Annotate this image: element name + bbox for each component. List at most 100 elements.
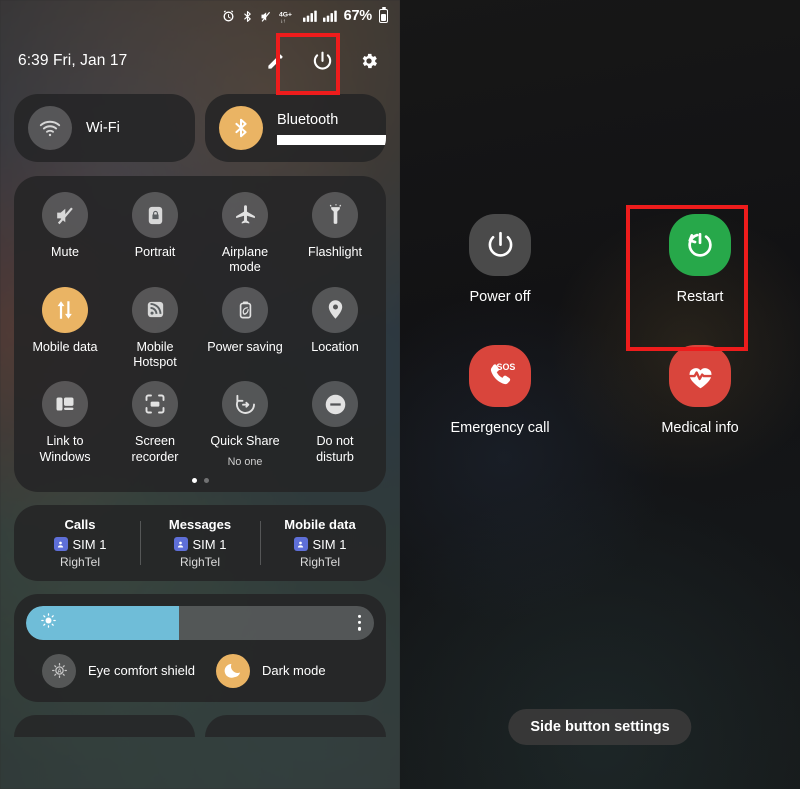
top-tiles-row: Wi-Fi Bluetooth [0,94,400,162]
mobile-data-icon [42,286,88,333]
mute-icon [261,11,270,22]
tile-mobile-data[interactable]: Mobile data [20,286,110,371]
battery-icon [379,6,388,23]
notification-peek-card-left[interactable] [14,714,195,737]
network-4gplus-icon: 4G+ ↓↑ [279,11,292,24]
edit-pencil-icon[interactable] [262,48,288,74]
power-menu-item-medical-info[interactable]: Medical info [600,345,800,436]
tile-bluetooth[interactable]: Bluetooth [205,94,386,162]
toggle-eye-comfort-shield-label: Eye comfort shield [88,663,195,679]
power-menu-panel: Power off Restart SOS Emergency call Med… [400,0,800,789]
wifi-icon [28,106,72,150]
power-menu-item-emergency-call-label: Emergency call [450,420,550,436]
side-button-settings-button[interactable]: Side button settings [508,709,692,745]
sim-mobile-data-sim: SIM 1 [312,536,347,552]
battery-leaf-icon [222,286,268,333]
tile-mute[interactable]: Mute [20,192,110,276]
tile-portrait[interactable]: Portrait [110,192,200,276]
tile-location[interactable]: Location [290,286,380,371]
power-menu-grid: Power off Restart SOS Emergency call Med… [400,214,800,436]
tile-mobile-hotspot[interactable]: Mobile Hotspot [110,286,200,371]
tile-quick-share[interactable]: Quick Share No one [200,381,290,468]
tile-mute-label: Mute [51,245,79,259]
quick-share-icon [222,381,268,428]
eye-comfort-icon: A [42,653,76,688]
sim-messages-sim: SIM 1 [192,536,227,552]
tile-power-saving[interactable]: Power saving [200,286,290,371]
tile-flashlight[interactable]: Flashlight [290,192,380,276]
power-menu-item-emergency-call[interactable]: SOS Emergency call [400,345,600,436]
toggle-eye-comfort-shield[interactable]: A Eye comfort shield [26,653,200,688]
sim-mobile-data-carrier: RighTel [299,554,341,569]
power-icon [469,214,531,276]
power-menu-item-power-off[interactable]: Power off [400,214,600,305]
sim-status-card: Calls SIM 1 RighTel Messages SIM 1 RighT… [14,504,386,581]
redaction-bar [277,134,386,145]
mute-icon [42,192,88,238]
tile-screen-recorder[interactable]: Screen recorder [110,381,200,468]
sim-mobile-data-title: Mobile data [284,516,356,532]
tile-link-to-windows-label: Link to Windows [39,434,91,464]
screen-recorder-icon [132,381,178,428]
tile-quick-share-label: Quick Share [210,434,280,449]
bluetooth-icon [243,10,251,22]
moon-icon [216,653,250,688]
tile-mobile-hotspot-label: Mobile Hotspot [133,339,177,370]
power-menu-item-medical-info-label: Medical info [661,420,739,436]
tile-wifi[interactable]: Wi-Fi [14,94,195,162]
sim-column-calls[interactable]: Calls SIM 1 RighTel [20,517,140,569]
power-menu-item-power-off-label: Power off [469,289,531,305]
sim-badge-icon [173,537,188,552]
sim-column-messages[interactable]: Messages SIM 1 RighTel [140,517,260,569]
svg-text:4G+: 4G+ [279,11,292,18]
do-not-disturb-icon [312,381,358,428]
settings-gear-icon[interactable] [356,48,382,74]
heart-pulse-icon [669,345,731,407]
quick-settings-header: 6:39 Fri, Jan 17 [0,32,400,90]
tile-do-not-disturb-label: Do not disturb [316,434,354,464]
clock-date-label: 6:39 Fri, Jan 17 [18,52,128,69]
tile-bluetooth-label: Bluetooth [277,112,339,129]
sim-messages-title: Messages [168,516,232,532]
tile-power-saving-label: Power saving [207,339,283,354]
page-dot-2[interactable] [203,477,209,483]
tile-wifi-label: Wi-Fi [86,119,120,136]
rotation-lock-icon [132,192,178,238]
brightness-sun-icon [40,612,57,634]
power-menu-item-restart[interactable]: Restart [600,214,800,305]
toggle-dark-mode[interactable]: Dark mode [200,653,374,688]
sim-calls-sim: SIM 1 [72,536,107,552]
restart-icon [669,214,731,276]
flashlight-icon [312,192,358,238]
sim-column-mobile-data[interactable]: Mobile data SIM 1 RighTel [260,517,380,569]
sim-badge-icon [293,537,308,552]
toggle-dark-mode-label: Dark mode [262,663,326,679]
bluetooth-icon [219,106,263,150]
brightness-kebab-menu-icon[interactable] [357,614,361,631]
svg-text:↓↑: ↓↑ [280,18,285,23]
battery-percent-label: 67% [343,8,373,24]
notification-peek-card-right[interactable] [205,714,386,737]
power-icon[interactable] [309,48,335,74]
brightness-slider[interactable] [26,605,374,640]
tile-flashlight-label: Flashlight [308,245,362,259]
tile-airplane-mode[interactable]: Airplane mode [200,192,290,276]
signal-sim1-icon [302,10,317,22]
quick-settings-grid: Mute Portrait Airplane mode Flashlight M… [14,176,386,492]
notification-peek-row [0,714,400,737]
svg-text:SOS: SOS [497,362,516,372]
svg-text:A: A [57,669,62,675]
power-menu-item-restart-label: Restart [676,289,724,305]
page-indicator [20,469,380,486]
page-dot-1[interactable] [191,477,197,483]
tile-location-label: Location [311,339,359,354]
tile-quick-share-sublabel: No one [227,455,263,468]
sim-calls-carrier: RighTel [59,554,101,569]
screenshot-root: 4G+ ↓↑ 67% 6:39 Fri, Jan 17 Wi-Fi Blueto… [0,0,800,789]
brightness-card: A Eye comfort shield Dark mode [14,593,386,702]
tile-do-not-disturb[interactable]: Do not disturb [290,381,380,468]
tile-airplane-mode-label: Airplane mode [221,245,269,275]
signal-sim2-icon [322,10,337,22]
status-bar: 4G+ ↓↑ 67% [0,0,400,32]
tile-link-to-windows[interactable]: Link to Windows [20,381,110,468]
